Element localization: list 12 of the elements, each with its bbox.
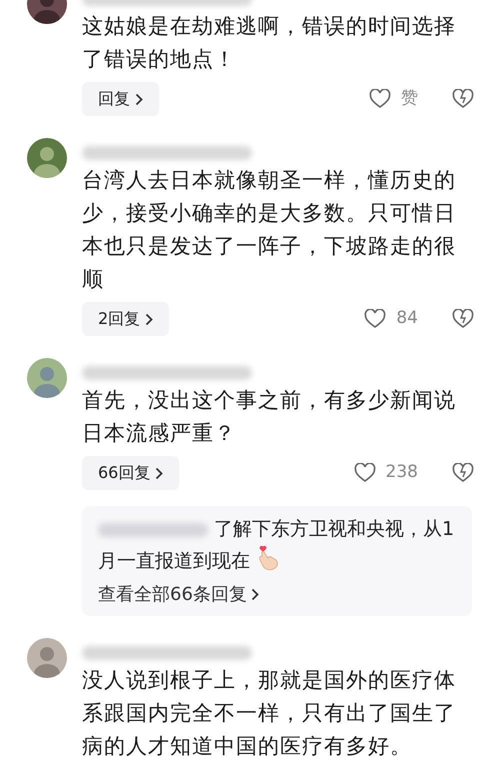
reply-button[interactable]: 回复 bbox=[82, 82, 159, 116]
like-count: 238 bbox=[386, 461, 418, 484]
like-count: 84 bbox=[396, 307, 418, 330]
reply-preview-text: 了解下东方卫视和央视，从1月一直报道到现在 bbox=[98, 517, 456, 574]
comment-text: 首先，没出这个事之前，有多少新闻说日本流感严重？ bbox=[82, 387, 457, 447]
comment-text: 没人说到根子上，那就是国外的医疗体系跟国内完全不一样，只有出了国生了病的人才知道中国的医疗有多好。 bbox=[82, 667, 457, 760]
view-all-replies-link[interactable]: 查看全部66条回复 bbox=[98, 581, 259, 608]
reply-button[interactable]: 2回复 bbox=[82, 302, 170, 336]
reply-button[interactable]: 66回复 bbox=[82, 456, 180, 490]
like-count: 赞 bbox=[401, 87, 418, 110]
comment-text: 这姑娘是在劫难逃啊，错误的时间选择了错误的地点！ bbox=[82, 13, 457, 73]
comment-text: 台湾人去日本就像朝圣一样，懂历史的少，接受小确幸的是大多数。只可惜日本也只是发达了一阵子，下坡路走的很顺 bbox=[82, 167, 457, 293]
